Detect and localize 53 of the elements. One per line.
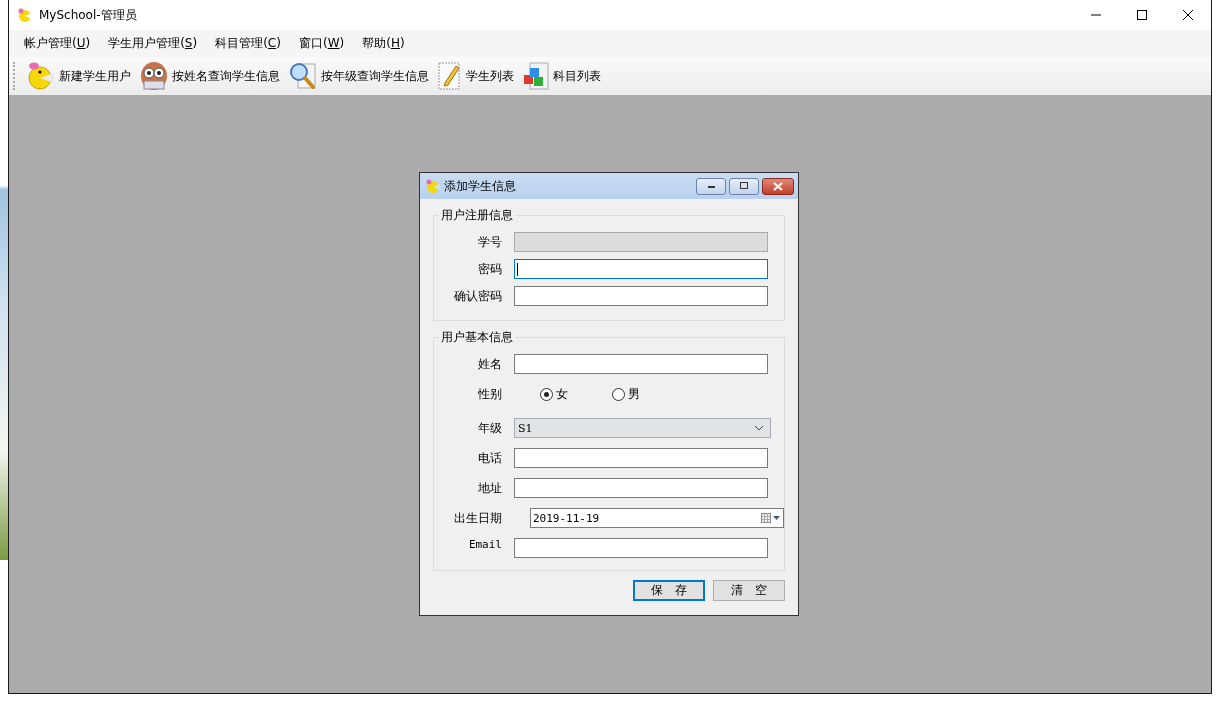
search-icon [288,61,318,91]
input-field[interactable] [514,354,768,374]
calendar-icon [761,513,781,523]
text-caret [517,262,518,276]
group-title: 用户基本信息 [440,329,514,346]
field-label: 出生日期 [453,509,503,527]
menu-item[interactable]: 帐户管理(U) [15,35,100,52]
owl-icon [139,60,169,92]
pacman-icon [26,61,56,91]
toolbar-button[interactable]: 按姓名查询学生信息 [135,58,284,94]
input-field[interactable] [514,286,768,306]
radio-button[interactable]: 女 [540,385,568,403]
field-label: Email [467,538,503,551]
input-field[interactable] [514,478,768,498]
pacman-icon [17,7,33,23]
input-field[interactable] [514,448,768,468]
radio-button[interactable]: 男 [612,385,640,403]
dialog-button[interactable]: 清 空 [713,580,785,601]
field-label: 姓名 [477,355,503,373]
group-title: 用户注册信息 [440,207,514,224]
menu-item[interactable]: 帮助(H) [353,35,414,52]
close-icon [1183,10,1193,20]
toolbar-button[interactable]: 新建学生用户 [22,58,135,94]
date-picker[interactable]: 2019-11-19 [530,508,784,528]
dialog-button[interactable]: 保 存 [633,580,705,601]
field-label: 学号 [477,233,503,251]
dropdown[interactable]: S1 [514,418,771,438]
maximize-icon [1137,10,1147,20]
window-title: MySchool-管理员 [39,6,137,24]
restore-button[interactable] [729,177,759,195]
field-label: 密码 [477,260,503,278]
field-label: 电话 [477,449,503,467]
dialog-title: 添加学生信息 [444,177,516,195]
notepad-pencil-icon [437,61,463,91]
pacman-icon [425,178,441,194]
close-icon [772,181,784,191]
chevron-down-icon [754,425,764,431]
restore-icon [739,182,749,190]
field-label: 地址 [477,479,503,497]
minimize-button[interactable] [696,177,726,195]
field-label: 性别 [477,385,503,403]
close-button[interactable] [762,177,794,195]
menu-item[interactable]: 窗口(W) [289,35,354,52]
toolbar-button[interactable]: 科目列表 [518,58,605,94]
menu-item[interactable]: 学生用户管理(S) [99,35,207,52]
field-label: 确认密码 [453,287,503,305]
input-field[interactable] [514,259,768,279]
toolbar-button[interactable]: 学生列表 [433,58,518,94]
cubes-icon [522,61,550,91]
input-field[interactable] [514,538,768,558]
toolbar-button[interactable]: 按年级查询学生信息 [284,58,433,94]
menu-item[interactable]: 科目管理(C) [206,35,290,52]
field-label: 年级 [477,419,503,437]
